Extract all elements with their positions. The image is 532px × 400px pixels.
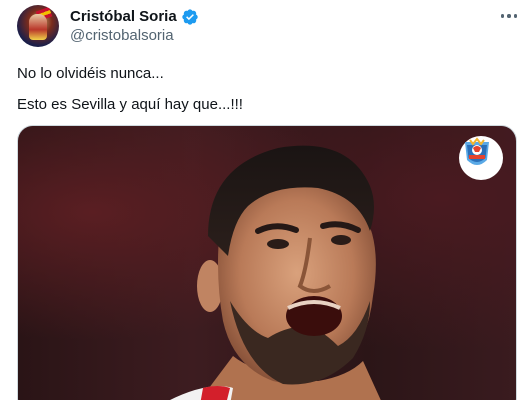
tweet-media-photo[interactable] xyxy=(17,125,517,400)
more-dot xyxy=(500,14,505,18)
author-row: Cristóbal Soria xyxy=(70,7,199,27)
more-options-icon[interactable] xyxy=(494,4,524,28)
player-photo xyxy=(170,145,381,400)
avatar[interactable] xyxy=(17,5,59,47)
author-handle[interactable]: @cristobalsoria xyxy=(70,26,174,46)
logo-shield-icon xyxy=(465,137,489,165)
verified-badge-icon xyxy=(182,9,198,25)
tweet-card[interactable]: Cristóbal Soria @cristobalsoria No lo ol… xyxy=(0,0,532,400)
author-name[interactable]: Cristóbal Soria xyxy=(70,7,177,27)
sevilla-fan-logo xyxy=(459,136,503,180)
tweet-text-line-2: Esto es Sevilla y aquí hay que...!!! xyxy=(17,96,243,113)
avatar-figure xyxy=(29,14,47,40)
more-dot xyxy=(513,14,518,18)
tweet-text-line-1: No lo olvidéis nunca... xyxy=(17,65,164,82)
more-dot xyxy=(507,14,511,18)
